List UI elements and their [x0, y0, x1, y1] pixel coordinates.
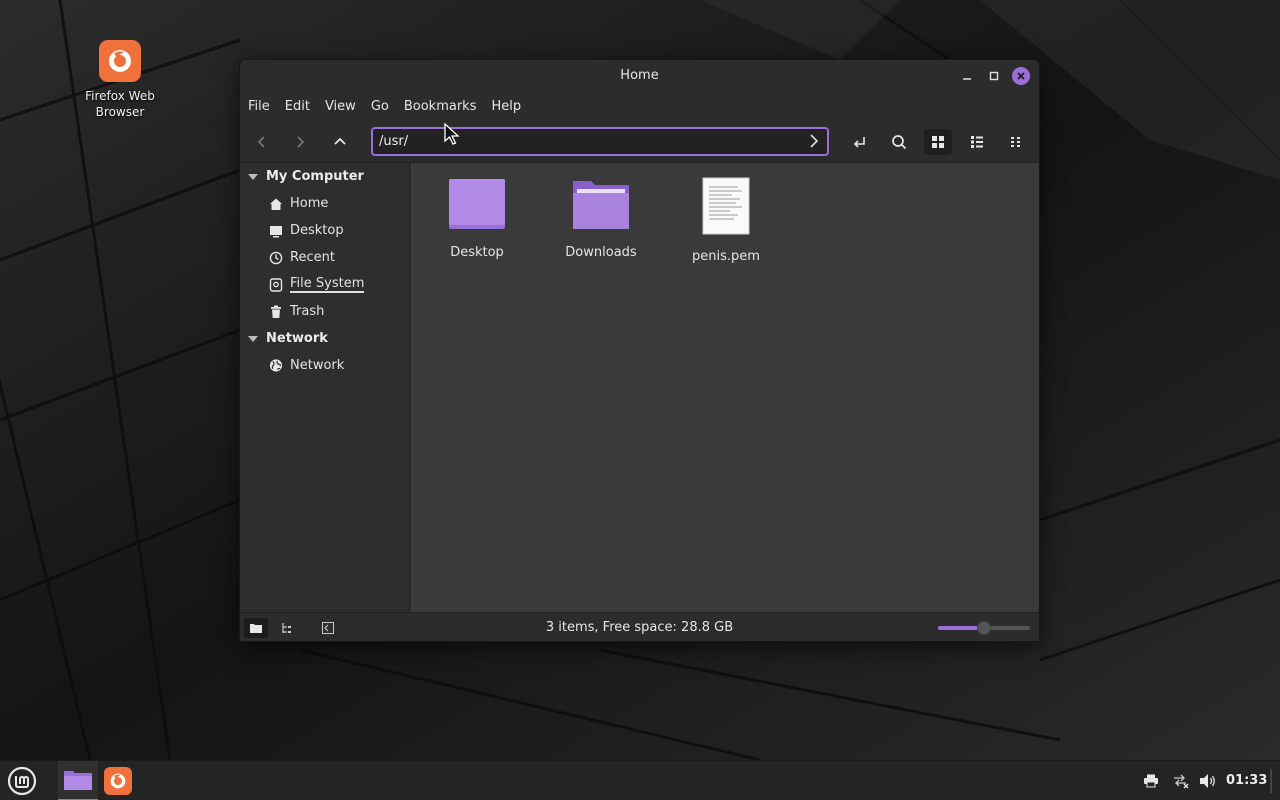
file-item-desktop[interactable]: Desktop [422, 177, 532, 260]
mouse-cursor-icon [444, 122, 460, 145]
linux-mint-logo-icon [7, 766, 37, 796]
icon-view-button[interactable] [924, 129, 952, 155]
menu-view[interactable]: View [325, 99, 356, 114]
status-bar: 3 items, Free space: 28.8 GB [240, 612, 1039, 641]
maximize-button[interactable] [985, 67, 1003, 85]
window-titlebar[interactable]: Home [240, 60, 1039, 92]
file-name: Downloads [565, 245, 637, 260]
compact-view-icon [1011, 137, 1020, 147]
location-input[interactable]: /usr/ [379, 134, 408, 149]
desktop-icon [269, 224, 283, 238]
sidebar-item-label: Recent [290, 250, 335, 265]
minimize-icon [963, 78, 971, 80]
list-view-icon [971, 136, 983, 148]
trash-icon [269, 305, 283, 319]
menu-button[interactable] [2, 761, 42, 800]
menu-go[interactable]: Go [371, 99, 389, 114]
sidebar-item-recent[interactable]: Recent [240, 244, 409, 271]
file-item-penis-pem[interactable]: penis.pem [671, 177, 781, 264]
location-go-button[interactable] [807, 133, 821, 153]
network-disconnected-icon[interactable] [1172, 773, 1190, 789]
menu-bar: File Edit View Go Bookmarks Help [240, 92, 1039, 120]
folder-icon [449, 179, 505, 229]
file-manager-window: Home File Edit View Go Bookmarks Help /u… [239, 59, 1040, 642]
status-text: 3 items, Free space: 28.8 GB [545, 620, 734, 635]
forward-icon [297, 136, 305, 148]
back-icon [257, 136, 265, 148]
zoom-slider-handle[interactable] [977, 621, 991, 635]
sidebar-item-file-system[interactable]: File System [240, 271, 409, 298]
taskbar-clock[interactable]: 01:33 [1226, 773, 1267, 788]
toggle-location-button[interactable] [846, 129, 874, 155]
chevron-right-icon [810, 134, 819, 148]
close-button[interactable] [1012, 67, 1030, 85]
back-button[interactable] [248, 129, 276, 155]
sidebar-item-home[interactable]: Home [240, 190, 409, 217]
desktop-icon-label-line2: Browser [95, 105, 145, 119]
taskbar-files-button[interactable] [58, 761, 98, 800]
sidebar-section-title: My Computer [266, 169, 364, 184]
firefox-icon [104, 767, 132, 795]
expander-icon [248, 335, 258, 342]
maximize-icon [989, 71, 999, 81]
sidebar-item-label: Desktop [290, 223, 344, 238]
sidebar-item-network[interactable]: Network [240, 352, 409, 379]
menu-bookmarks[interactable]: Bookmarks [404, 99, 477, 114]
toggle-location-icon [853, 137, 865, 148]
file-name: Desktop [450, 245, 504, 260]
sidebar-section-my-computer[interactable]: My Computer [240, 163, 409, 190]
firefox-icon [99, 40, 141, 82]
sidebar-item-label: Trash [290, 304, 325, 319]
sidebar-item-label: Home [290, 196, 329, 211]
sidebar-item-desktop[interactable]: Desktop [240, 217, 409, 244]
desktop-icon-firefox[interactable]: Firefox Web Browser [78, 40, 162, 120]
up-icon [334, 137, 346, 145]
expander-icon [248, 173, 258, 180]
clock-icon [269, 251, 283, 265]
zoom-slider[interactable] [938, 621, 1030, 635]
menu-file[interactable]: File [248, 99, 270, 114]
sidebar-item-label: Network [290, 358, 345, 373]
globe-icon [269, 359, 283, 373]
toolbar: /usr/ [240, 120, 1039, 163]
file-view[interactable]: Desktop Downloads penis.pem [411, 163, 1039, 612]
window-title: Home [620, 68, 659, 83]
up-button[interactable] [326, 129, 354, 155]
close-icon [1017, 72, 1025, 80]
text-file-icon [702, 177, 750, 235]
sidebar-item-trash[interactable]: Trash [240, 298, 409, 325]
home-icon [269, 197, 283, 211]
taskbar-firefox-button[interactable] [98, 761, 138, 800]
volume-icon[interactable] [1199, 773, 1217, 789]
minimize-button[interactable] [958, 67, 976, 85]
folder-icon [573, 181, 629, 229]
sidebar-item-label: File System [290, 275, 365, 293]
icon-view-icon [932, 136, 944, 148]
list-view-button[interactable] [963, 129, 991, 155]
forward-button[interactable] [286, 129, 314, 155]
file-name: penis.pem [692, 249, 760, 264]
drive-icon [269, 277, 283, 292]
file-item-downloads[interactable]: Downloads [546, 177, 656, 260]
sidebar: My Computer Home Desktop Recent File Sys… [240, 163, 410, 612]
show-desktop-button[interactable] [1270, 769, 1272, 793]
sidebar-section-network[interactable]: Network [240, 325, 409, 352]
desktop-icon-label-line1: Firefox Web [85, 89, 155, 103]
sidebar-section-title: Network [266, 331, 328, 346]
menu-help[interactable]: Help [491, 99, 521, 114]
menu-edit[interactable]: Edit [285, 99, 310, 114]
folder-icon [64, 771, 92, 790]
search-icon [892, 135, 907, 150]
location-bar[interactable]: /usr/ [371, 127, 829, 156]
taskbar: 01:33 [0, 760, 1280, 800]
search-button[interactable] [885, 129, 913, 155]
compact-view-button[interactable] [1002, 129, 1030, 155]
printer-icon[interactable] [1142, 773, 1160, 789]
